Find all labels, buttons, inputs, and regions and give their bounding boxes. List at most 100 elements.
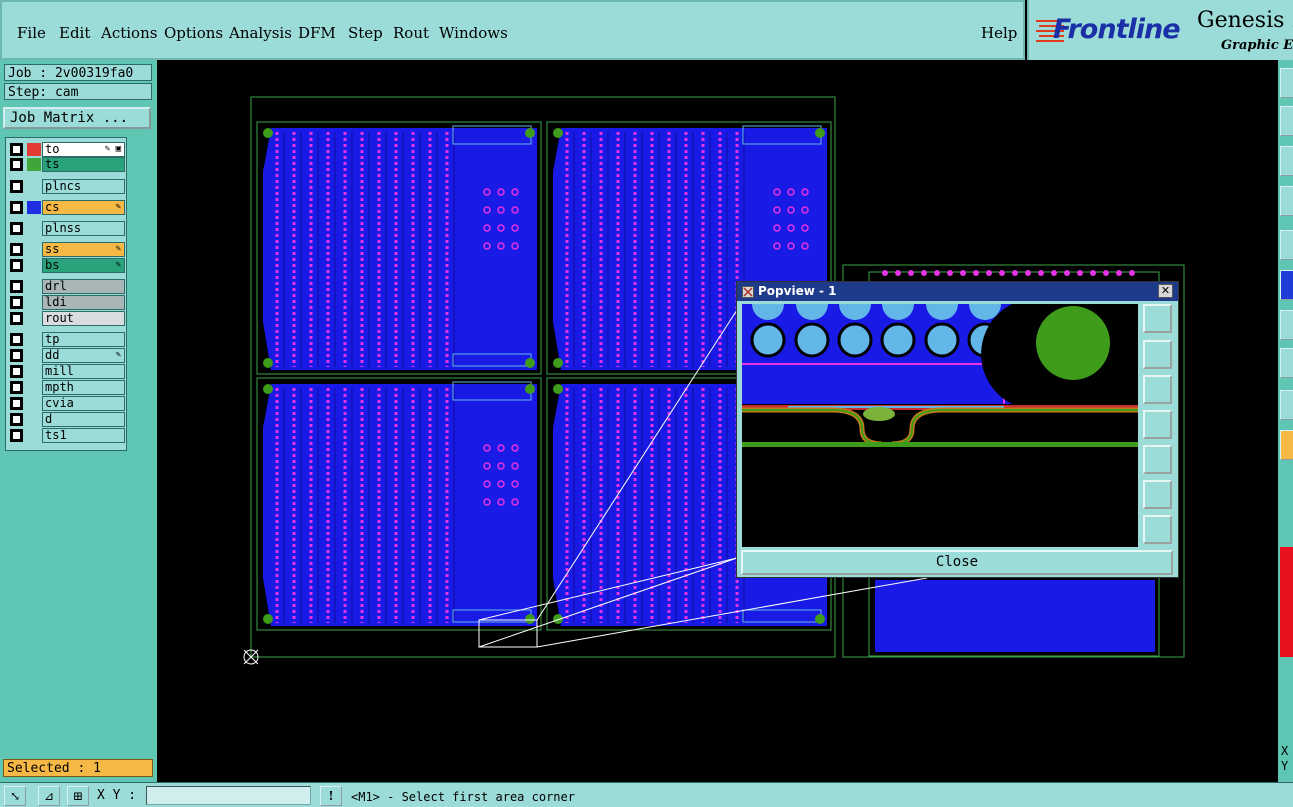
layer-checkbox[interactable]: [10, 365, 23, 378]
layer-name[interactable]: rout: [42, 311, 125, 326]
menu-rout[interactable]: Rout: [393, 24, 429, 42]
layer-row-mpth[interactable]: mpth: [8, 380, 126, 395]
zoom-in-button[interactable]: [1143, 480, 1172, 509]
popview-title: Popview - 1: [758, 284, 837, 298]
pan-up-button[interactable]: [1143, 340, 1172, 369]
popview-close-button[interactable]: Close: [741, 550, 1173, 575]
layer-label: bs: [45, 258, 60, 272]
layer-checkbox[interactable]: [10, 143, 23, 156]
pad-right: [1077, 270, 1083, 276]
tool-button-10[interactable]: [1280, 430, 1293, 460]
menu-analysis[interactable]: Analysis: [229, 24, 292, 42]
layer-name[interactable]: bs ✎: [42, 258, 125, 273]
layer-name[interactable]: plncs: [42, 179, 125, 194]
layer-name[interactable]: ts1: [42, 428, 125, 443]
layer-row-rout[interactable]: rout: [8, 311, 126, 326]
layer-name[interactable]: ss ✎: [42, 242, 125, 257]
layer-color-swatch: [27, 201, 41, 214]
layer-row-bs[interactable]: bs ✎: [8, 258, 126, 273]
tool-button-5[interactable]: [1280, 230, 1293, 260]
tool-button-3[interactable]: [1280, 146, 1293, 176]
layer-row-d[interactable]: d: [8, 412, 126, 427]
layer-checkbox[interactable]: [10, 413, 23, 426]
layer-row-tp[interactable]: tp: [8, 332, 126, 347]
layer-checkbox[interactable]: [10, 296, 23, 309]
layer-name[interactable]: to ✎ ▣: [42, 142, 125, 157]
layer-row-drl[interactable]: drl: [8, 279, 126, 294]
layer-name[interactable]: cs ✎: [42, 200, 125, 215]
menu-windows[interactable]: Windows: [439, 24, 508, 42]
layer-name[interactable]: drl: [42, 279, 125, 294]
layer-name[interactable]: d: [42, 412, 125, 427]
layer-name[interactable]: dd ✎: [42, 348, 125, 363]
layer-checkbox[interactable]: [10, 381, 23, 394]
layer-row-ts1[interactable]: ts1: [8, 428, 126, 443]
tool-button-8[interactable]: [1280, 348, 1293, 378]
menu-file[interactable]: File: [17, 24, 46, 42]
grid-icon[interactable]: ⊞: [67, 786, 89, 806]
layer-name[interactable]: cvia: [42, 396, 125, 411]
layer-name[interactable]: tp: [42, 332, 125, 347]
measure-icon[interactable]: ⊿: [38, 786, 60, 806]
pan-left-button[interactable]: [1143, 410, 1172, 439]
layer-checkbox[interactable]: [10, 243, 23, 256]
layer-checkbox[interactable]: [10, 259, 23, 272]
pad-right: [1090, 270, 1096, 276]
layer-row-dd[interactable]: dd ✎: [8, 348, 126, 363]
snap-icon[interactable]: ⤡: [4, 786, 26, 806]
mounting-hole: [525, 614, 535, 624]
popview-graphics: [742, 304, 1138, 447]
layer-row-mill[interactable]: mill: [8, 364, 126, 379]
layer-row-cvia[interactable]: cvia: [8, 396, 126, 411]
layer-checkbox[interactable]: [10, 349, 23, 362]
layer-row-cs[interactable]: cs ✎: [8, 200, 126, 215]
tool-button-6[interactable]: [1280, 270, 1293, 300]
job-matrix-button[interactable]: Job Matrix ...: [3, 107, 151, 129]
layer-checkbox[interactable]: [10, 180, 23, 193]
pan-down-button[interactable]: [1143, 375, 1172, 404]
menu-options[interactable]: Options: [164, 24, 223, 42]
layer-checkbox[interactable]: [10, 397, 23, 410]
popview-zoom-button[interactable]: [1143, 304, 1172, 333]
layer-checkbox[interactable]: [10, 222, 23, 235]
popview-titlebar[interactable]: Popview - 1: [737, 282, 1178, 301]
layer-checkbox[interactable]: [10, 333, 23, 346]
popview-zoom-view[interactable]: [742, 304, 1138, 547]
xy-input[interactable]: [146, 786, 311, 805]
layer-name[interactable]: plnss: [42, 221, 125, 236]
window-menu-icon[interactable]: [742, 286, 754, 298]
layer-name[interactable]: mill: [42, 364, 125, 379]
layer-row-ss[interactable]: ss ✎: [8, 242, 126, 257]
layer-name[interactable]: ts: [42, 157, 125, 172]
pad-right: [1116, 270, 1122, 276]
right-toolbar: X Y: [1278, 60, 1293, 782]
pan-right-button[interactable]: [1143, 445, 1172, 474]
layer-checkbox[interactable]: [10, 280, 23, 293]
layer-row-plncs[interactable]: plncs: [8, 179, 126, 194]
layer-name[interactable]: ldi: [42, 295, 125, 310]
layer-name[interactable]: mpth: [42, 380, 125, 395]
tool-button-7[interactable]: [1280, 310, 1293, 340]
layer-label: ss: [45, 242, 60, 256]
layer-row-plnss[interactable]: plnss: [8, 221, 126, 236]
menu-help[interactable]: Help: [981, 24, 1017, 42]
menu-edit[interactable]: Edit: [59, 24, 90, 42]
pad-right: [973, 270, 979, 276]
layer-checkbox[interactable]: [10, 312, 23, 325]
close-icon[interactable]: ✕: [1158, 284, 1173, 298]
alert-icon[interactable]: !: [320, 786, 342, 806]
zoom-out-button[interactable]: [1143, 515, 1172, 544]
tool-button-4[interactable]: [1280, 186, 1293, 216]
tool-button-1[interactable]: [1280, 68, 1293, 98]
layer-checkbox[interactable]: [10, 158, 23, 171]
menu-actions[interactable]: Actions: [101, 24, 157, 42]
layer-row-ts[interactable]: ts: [8, 157, 126, 172]
layer-checkbox[interactable]: [10, 201, 23, 214]
tool-button-9[interactable]: [1280, 390, 1293, 420]
menu-dfm[interactable]: DFM: [298, 24, 336, 42]
layer-checkbox[interactable]: [10, 429, 23, 442]
tool-button-2[interactable]: [1280, 106, 1293, 136]
layer-row-to[interactable]: to ✎ ▣: [8, 142, 126, 157]
layer-row-ldi[interactable]: ldi: [8, 295, 126, 310]
menu-step[interactable]: Step: [348, 24, 383, 42]
